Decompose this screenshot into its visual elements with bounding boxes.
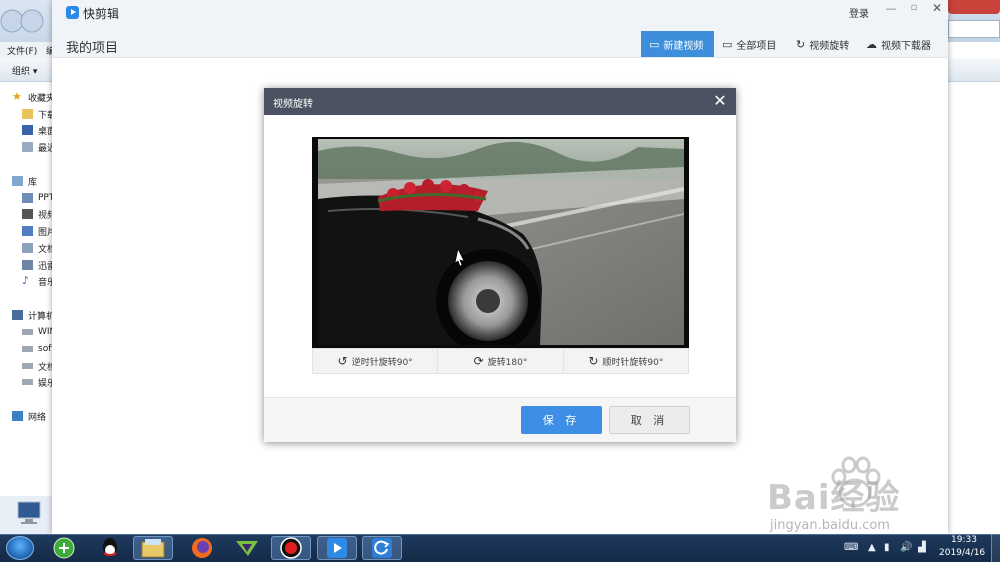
nav-item-drive-docs[interactable]: 文档 xyxy=(22,359,54,373)
download-folder-icon xyxy=(22,260,33,270)
nav-item-pictures[interactable]: 图片 xyxy=(22,224,54,238)
nav-item-favorites[interactable]: ★ 收藏夹 xyxy=(12,90,54,104)
rotate-180-icon: ⟳ xyxy=(473,354,484,368)
nav-item-videos[interactable]: 视频 xyxy=(22,207,54,221)
watermark-text: Bai经验 xyxy=(767,478,901,518)
rotate-cw-icon: ↻ xyxy=(588,354,599,368)
app-logo-icon xyxy=(66,6,79,19)
computer-icon xyxy=(12,310,23,320)
nav-item-recent[interactable]: 最近 xyxy=(22,140,54,154)
drive-icon xyxy=(22,329,33,335)
refresh-app-icon xyxy=(372,538,392,558)
file-explorer-icon xyxy=(141,539,165,558)
video-camera-icon: ▭ xyxy=(649,37,660,51)
maximize-icon[interactable]: ▫ xyxy=(907,2,921,18)
explorer-search-box[interactable] xyxy=(948,20,1000,38)
close-icon[interactable]: ✕ xyxy=(930,1,944,17)
rotate-180-button[interactable]: ⟳ 旋转180° xyxy=(438,349,564,373)
rotate-ccw-90-button[interactable]: ↺ 逆时针旋转90° xyxy=(313,349,439,373)
tab-video-downloader[interactable]: ☁ 视频下载器 xyxy=(858,31,944,57)
library-icon xyxy=(12,176,23,186)
taskbar-app-firefox[interactable] xyxy=(182,536,222,560)
clock-date[interactable]: 2019/4/16 xyxy=(939,548,985,558)
folder-icon xyxy=(22,193,33,203)
dialog-close-icon[interactable]: ✕ xyxy=(712,91,728,111)
network-icon xyxy=(12,411,23,421)
nav-item-drive-soft[interactable]: soft xyxy=(22,342,54,356)
taskbar-app-360[interactable] xyxy=(44,536,84,560)
taskbar-app-kuaijianji[interactable] xyxy=(317,536,357,560)
volume-icon[interactable]: 🔊 xyxy=(900,542,912,553)
page-title: 我的项目 xyxy=(66,41,119,56)
folder-icon: ▭ xyxy=(722,37,733,51)
qq-icon xyxy=(103,538,117,556)
record-icon xyxy=(280,537,302,559)
video-preview xyxy=(318,139,684,345)
app-name: 快剪辑 xyxy=(83,7,120,21)
explorer-close-button[interactable] xyxy=(948,0,1000,14)
nav-item-network[interactable]: 网络 xyxy=(12,409,54,423)
nav-item-computer[interactable]: 计算机 xyxy=(12,308,54,322)
explorer-back-forward-icon[interactable] xyxy=(0,6,44,36)
drive-icon xyxy=(22,379,33,385)
save-button[interactable]: 保 存 xyxy=(521,406,602,434)
menu-file[interactable]: 文件(F) xyxy=(7,44,37,57)
tab-video-rotate[interactable]: ↻ 视频旋转 xyxy=(788,31,858,57)
video-preview-frame xyxy=(312,137,689,348)
nav-item-downloads[interactable]: 下载 xyxy=(22,107,54,121)
browser-360-icon xyxy=(53,537,75,559)
taskbar-app-explorer[interactable] xyxy=(133,536,173,560)
firefox-icon xyxy=(192,538,212,558)
dialog-header: 视频旋转 ✕ xyxy=(264,88,736,115)
dialog-title: 视频旋转 xyxy=(273,99,313,110)
nav-item-desktop[interactable]: 桌面 xyxy=(22,123,54,137)
nav-item-documents[interactable]: 文档 xyxy=(22,241,54,255)
keyboard-icon[interactable]: ⌨ xyxy=(844,542,858,553)
battery-icon[interactable]: ▮ xyxy=(884,542,890,553)
taskbar-app-qq[interactable] xyxy=(90,536,130,560)
rotation-toolbar: ↺ 逆时针旋转90° ⟳ 旋转180° ↻ 顺时针旋转90° xyxy=(312,348,689,374)
picture-folder-icon xyxy=(22,226,33,236)
tray-expand-icon[interactable]: ▲ xyxy=(868,542,876,553)
explorer-toolbar-right xyxy=(946,58,1000,82)
star-icon: ★ xyxy=(12,90,22,103)
media-player-icon xyxy=(236,541,258,556)
recent-icon xyxy=(22,142,33,152)
nav-item-music[interactable]: ♪ 音乐 xyxy=(22,274,54,288)
kuaijianji-icon xyxy=(327,538,347,558)
video-rotate-dialog: 视频旋转 ✕ ↺ 逆时针旋转90° ⟳ 旋转180° ↻ 顺时针旋转90° 保 … xyxy=(264,88,736,442)
tab-all-projects[interactable]: ▭ 全部项目 xyxy=(714,31,788,57)
taskbar-app-recorder[interactable] xyxy=(271,536,311,560)
folder-icon xyxy=(22,109,33,119)
tab-new-video[interactable]: ▭ 新建视频 xyxy=(641,31,714,57)
cloud-download-icon: ☁ xyxy=(866,37,877,51)
clock-time[interactable]: 19:33 xyxy=(951,535,977,545)
desktop-icon xyxy=(22,125,33,135)
nav-item-xunlei[interactable]: 迅雷 xyxy=(22,258,54,272)
nav-item-ppt[interactable]: PPT xyxy=(22,191,54,205)
drive-icon xyxy=(22,363,33,369)
cancel-button[interactable]: 取 消 xyxy=(609,406,690,434)
watermark-url: jingyan.baidu.com xyxy=(770,518,890,533)
document-folder-icon xyxy=(22,243,33,253)
drive-icon xyxy=(22,346,33,352)
minimize-icon[interactable]: — xyxy=(884,2,898,18)
taskbar-app-media[interactable] xyxy=(227,536,267,560)
nav-item-drive-ent[interactable]: 娱乐 xyxy=(22,375,54,389)
computer-icon xyxy=(17,501,41,524)
rotate-ccw-icon: ↺ xyxy=(337,354,348,368)
organize-button[interactable]: 组织 ▾ xyxy=(12,64,37,77)
login-link[interactable]: 登录 xyxy=(849,5,869,20)
rotate-cw-90-button[interactable]: ↻ 顺时针旋转90° xyxy=(564,349,688,373)
video-folder-icon xyxy=(22,209,33,219)
nav-item-drive-win[interactable]: WIN xyxy=(22,325,54,339)
start-button[interactable] xyxy=(6,536,34,560)
rotate-icon: ↻ xyxy=(796,37,806,51)
signal-icon[interactable]: ▟ xyxy=(918,542,926,553)
show-desktop-button[interactable] xyxy=(991,534,1000,562)
taskbar-app-refresh[interactable] xyxy=(362,536,402,560)
music-icon: ♪ xyxy=(22,274,30,287)
nav-item-libraries[interactable]: 库 xyxy=(12,174,54,188)
